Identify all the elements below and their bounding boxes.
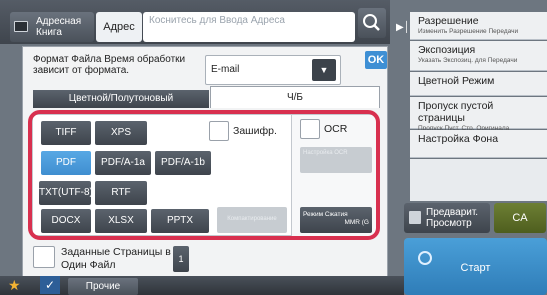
menu-item-resolution[interactable]: Разрешение Изменить Разрешение Передачи xyxy=(410,12,547,40)
address-input[interactable]: Коснитесь для Ввода Адреса xyxy=(143,12,355,42)
menu-item-title: Экспозиция xyxy=(418,44,476,56)
preview-label: Предварит. Просмотр xyxy=(426,207,479,229)
address-book-button[interactable]: Адресная Книга xyxy=(10,12,94,42)
other-button[interactable]: Прочие xyxy=(68,278,138,295)
star-icon[interactable]: ★ xyxy=(8,277,24,293)
pages-per-file-label: Заданные Страницы в Один Файл xyxy=(61,246,171,271)
ok-button[interactable]: OK xyxy=(365,51,387,69)
tab-black-white[interactable]: Ч/Б xyxy=(210,86,380,108)
menu-spacer xyxy=(410,159,547,201)
menu-item-subtitle: Изменить Разрешение Передачи xyxy=(418,28,519,35)
menu-item-title: Цветной Режим xyxy=(418,75,495,87)
check-icon[interactable]: ✓ xyxy=(40,276,60,294)
tab-color-grayscale[interactable]: Цветной/Полутоновый xyxy=(33,90,209,108)
pages-per-file-value[interactable]: 1 xyxy=(173,246,189,272)
pages-per-file-checkbox[interactable] xyxy=(33,246,55,268)
menu-item-title: Настройка Фона xyxy=(418,133,499,145)
address-button[interactable]: Адрес xyxy=(96,12,142,42)
bottom-bar xyxy=(0,276,404,295)
clear-all-button[interactable]: CA xyxy=(494,203,546,233)
start-icon xyxy=(418,251,432,265)
highlight-frame xyxy=(28,110,380,240)
preview-button[interactable]: Предварит. Просмотр xyxy=(404,203,490,233)
menu-item-color-mode[interactable]: Цветной Режим xyxy=(410,72,547,96)
address-book-icon xyxy=(14,21,28,32)
menu-item-subtitle: Указать Экспозиц. для Передачи xyxy=(418,57,518,64)
format-select[interactable]: E-mail ▼ xyxy=(205,55,341,85)
format-label: Формат Файла Время обработки зависит от … xyxy=(33,54,186,76)
start-button[interactable]: Старт xyxy=(404,238,547,295)
menu-item-blank-page-skip[interactable]: Пропуск пустой страницы Пропуск Пуст. Ст… xyxy=(410,97,547,132)
menu-item-exposure[interactable]: Экспозиция Указать Экспозиц. для Передач… xyxy=(410,41,547,71)
start-label: Старт xyxy=(460,262,491,274)
search-button[interactable] xyxy=(358,8,386,38)
menu-item-background[interactable]: Настройка Фона xyxy=(410,130,547,158)
panel-toggle-icon[interactable]: ▶│ xyxy=(396,22,410,36)
address-book-label: Адресная Книга xyxy=(36,16,82,38)
menu-item-title: Пропуск пустой страницы xyxy=(418,100,494,124)
search-icon xyxy=(363,14,380,31)
chevron-down-icon: ▼ xyxy=(312,59,336,81)
preview-icon xyxy=(409,211,421,224)
format-select-value: E-mail xyxy=(211,64,240,75)
menu-item-title: Разрешение xyxy=(418,15,479,27)
